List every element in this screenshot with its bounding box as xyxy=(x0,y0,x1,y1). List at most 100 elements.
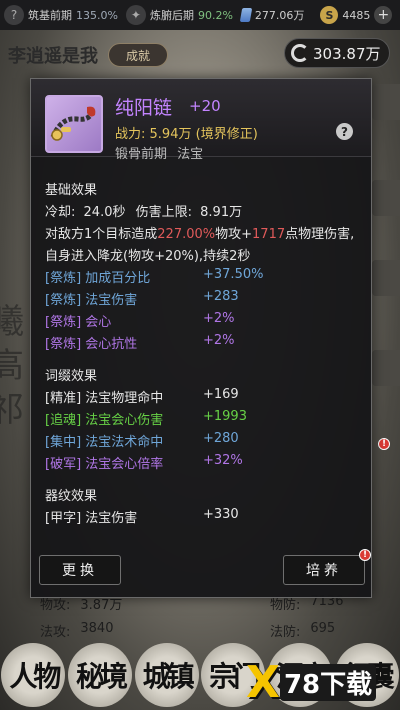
watermark-x-icon: X xyxy=(246,656,280,708)
refine-tag: [祭炼] xyxy=(45,271,82,286)
desc-text: 对敌方1个目标造成 xyxy=(45,227,158,242)
affix-name: 法宝会心伤害 xyxy=(85,413,164,428)
refine-tag-name: [祭炼] 加成百分比 xyxy=(45,267,150,286)
affix-tag: [追魂] xyxy=(45,413,82,428)
refine-tag: [祭炼] xyxy=(45,337,82,352)
pattern-tag: [甲字] xyxy=(45,511,82,526)
replace-button[interactable]: 更换 xyxy=(39,555,121,585)
watermark-text: 78下载 xyxy=(279,663,377,701)
damage-cap-value: 8.91万 xyxy=(200,205,243,220)
item-detail-popup: 纯阳链 +20 战力: 5.94万 (境界修正) 锻骨前期 法宝 ? 基础效果 … xyxy=(30,78,372,598)
mag-atk-value: 3840 xyxy=(80,621,114,636)
notification-dot-icon: ! xyxy=(378,438,390,450)
spirit-stone-value: 277.06万 xyxy=(254,9,305,22)
affix-tag-name: [精准] 法宝物理命中 xyxy=(45,387,163,406)
status-bar: ? 筑基前期 135.0% ✦ 炼腑后期 90.2% 277.06万 S 448… xyxy=(0,0,400,30)
realm1-status[interactable]: ? 筑基前期 135.0% xyxy=(4,5,118,25)
refine-value: +37.50% xyxy=(203,267,264,282)
side-menu-tab[interactable] xyxy=(372,180,400,216)
desc-flat: 1717 xyxy=(252,227,286,242)
cooldown-value: 24.0秒 xyxy=(83,205,126,220)
item-realm: 锻骨前期 xyxy=(115,147,168,162)
item-power-value: 5.94万 xyxy=(149,127,192,142)
realm2-percent: 90.2% xyxy=(197,8,233,22)
pattern-value: +330 xyxy=(203,507,239,522)
affix-value: +32% xyxy=(203,453,243,468)
skill-description-1: 对敌方1个目标造成227.00%物攻+1717点物理伤害, xyxy=(45,223,354,242)
refine-name: 会心抗性 xyxy=(85,337,138,352)
spirit-stone-icon xyxy=(239,8,253,22)
refine-name: 会心 xyxy=(85,315,112,330)
affix-tag: [破军] xyxy=(45,457,82,472)
refine-value: +2% xyxy=(203,311,235,326)
pattern-effects-title: 器纹效果 xyxy=(45,489,98,504)
player-header: 李逍遥是我 成就 303.87万 xyxy=(0,36,400,74)
item-power: 战力: 5.94万 (境界修正) xyxy=(115,123,258,142)
item-power-note: (境界修正) xyxy=(195,127,258,142)
refine-value: +2% xyxy=(203,333,235,348)
item-meta: 锻骨前期 法宝 xyxy=(115,143,203,162)
player-name: 李逍遥是我 xyxy=(8,46,98,67)
pattern-name: 法宝伤害 xyxy=(85,511,138,526)
side-menu-tab[interactable] xyxy=(372,350,400,386)
desc-text: 物攻+ xyxy=(215,227,253,242)
affix-name: 法宝会心倍率 xyxy=(85,457,164,472)
help-icon[interactable]: ? xyxy=(336,123,353,140)
pattern-tag-name: [甲字] 法宝伤害 xyxy=(45,507,137,526)
skill-description-2: 自身进入降龙(物攻+20%),持续2秒 xyxy=(45,249,251,264)
chain-treasure-icon xyxy=(45,95,103,153)
affix-tag-name: [破军] 法宝会心倍率 xyxy=(45,453,163,472)
side-menu-tab[interactable] xyxy=(372,260,400,296)
affix-tag-name: [追魂] 法宝会心伤害 xyxy=(45,409,163,428)
nav-secret-realm[interactable]: 秘境 xyxy=(67,643,132,707)
affix-effects-title: 词缀效果 xyxy=(45,369,98,384)
affix-value: +169 xyxy=(203,387,239,402)
refine-tag-name: [祭炼] 会心抗性 xyxy=(45,333,137,352)
damage-cap-label: 伤害上限: xyxy=(135,205,193,220)
desc-text: 点物理伤害, xyxy=(285,227,355,242)
spirit-stone-counter[interactable]: 277.06万 xyxy=(239,7,305,23)
mag-def-label: 法防: xyxy=(270,625,301,640)
refine-name: 加成百分比 xyxy=(85,271,151,286)
coin-value: 4485 xyxy=(342,8,371,22)
watermark-logo: X 78下载 xyxy=(246,656,396,708)
affix-name: 法宝法术命中 xyxy=(85,435,164,450)
help-circle-icon: ? xyxy=(4,5,24,25)
affix-tag: [集中] xyxy=(45,435,82,450)
affix-tag: [精准] xyxy=(45,391,82,406)
total-power-badge: 303.87万 xyxy=(284,38,390,68)
cultivate-alert-icon: ! xyxy=(359,549,371,561)
coin-counter[interactable]: S 4485 + xyxy=(320,6,393,24)
refine-tag-name: [祭炼] 会心 xyxy=(45,311,111,330)
affix-value: +1993 xyxy=(203,409,247,424)
refine-tag: [祭炼] xyxy=(45,315,82,330)
achievement-button[interactable]: 成就 xyxy=(108,43,168,67)
refine-tag: [祭炼] xyxy=(45,293,82,308)
item-category: 法宝 xyxy=(177,147,204,162)
refine-value: +283 xyxy=(203,289,239,304)
realm2-status[interactable]: ✦ 炼腑后期 90.2% xyxy=(125,5,233,25)
mag-def-value: 695 xyxy=(310,621,336,636)
cooldown-label: 冷却: xyxy=(45,205,76,220)
side-menu-tab[interactable] xyxy=(372,84,400,120)
refine-name: 法宝伤害 xyxy=(85,293,138,308)
realm1-label: 筑基前期 xyxy=(28,9,72,22)
mag-atk-label: 法攻: xyxy=(40,625,71,640)
basic-effects-title: 基础效果 xyxy=(45,183,98,198)
cooldown-line: 冷却: 24.0秒 伤害上限: 8.91万 xyxy=(45,201,242,220)
affix-tag-name: [集中] 法宝法术命中 xyxy=(45,431,163,450)
nav-character[interactable]: 人物 xyxy=(1,643,66,707)
desc-percent: 227.00% xyxy=(157,227,216,242)
affix-name: 法宝物理命中 xyxy=(85,391,164,406)
realm1-percent: 135.0% xyxy=(76,8,118,22)
coin-icon: S xyxy=(320,6,339,24)
power-swirl-icon xyxy=(291,44,309,62)
item-name: 纯阳链 xyxy=(115,97,173,119)
cultivate-button[interactable]: 培养 xyxy=(283,555,365,585)
affix-value: +280 xyxy=(203,431,239,446)
item-power-label: 战力: xyxy=(115,127,146,142)
add-coin-icon[interactable]: + xyxy=(374,6,393,24)
item-enhance-level: +20 xyxy=(189,97,221,115)
nav-town[interactable]: 城镇 xyxy=(134,643,199,707)
refine-tag-name: [祭炼] 法宝伤害 xyxy=(45,289,137,308)
